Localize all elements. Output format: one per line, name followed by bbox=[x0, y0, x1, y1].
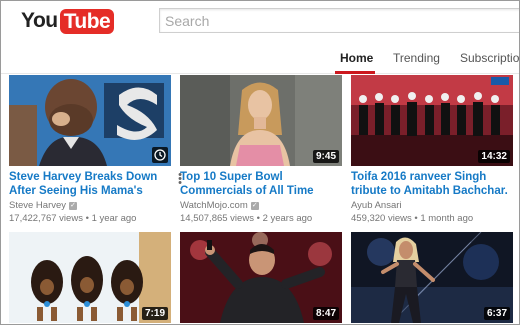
channel-name[interactable]: Ayub Ansari bbox=[351, 200, 402, 211]
clock-icon[interactable] bbox=[152, 147, 168, 163]
upload-age: 2 years ago bbox=[262, 213, 313, 224]
video-card[interactable]: 6:37 bbox=[351, 232, 513, 323]
search-box[interactable] bbox=[159, 8, 519, 33]
view-count: 14,507,865 views bbox=[180, 213, 254, 224]
video-duration: 7:19 bbox=[141, 307, 168, 320]
video-thumbnail[interactable]: 7:19 bbox=[9, 232, 171, 323]
channel-name[interactable]: WatchMojo.com bbox=[180, 200, 248, 211]
upload-age: 1 month ago bbox=[420, 213, 474, 224]
thumbnail-image bbox=[9, 75, 171, 166]
youtube-logo[interactable]: You Tube bbox=[21, 8, 115, 34]
channel-name-row: WatchMojo.com ✓ bbox=[180, 200, 342, 211]
view-count: 459,320 views bbox=[351, 213, 412, 224]
video-card[interactable]: Steve Harvey Breaks Down After Seeing Hi… bbox=[9, 75, 182, 224]
channel-name[interactable]: Steve Harvey bbox=[9, 200, 66, 211]
logo-tube-text: Tube bbox=[59, 8, 115, 34]
search-input[interactable] bbox=[160, 9, 519, 32]
video-duration: 14:32 bbox=[478, 150, 510, 163]
tab-trending[interactable]: Trending bbox=[393, 51, 440, 65]
video-card[interactable]: 9:45 Top 10 Super Bowl Commercials of Al… bbox=[180, 75, 342, 224]
tab-subscriptions[interactable]: Subscription bbox=[460, 51, 519, 65]
feed-tabs: Home Trending Subscription bbox=[1, 41, 519, 74]
video-meta: 17,422,767 views • 1 year ago bbox=[9, 213, 171, 224]
browser-frame: You Tube Home Trending Subscription bbox=[0, 0, 520, 325]
video-thumbnail[interactable]: 6:37 bbox=[351, 232, 513, 323]
verified-check-icon: ✓ bbox=[250, 201, 259, 210]
verified-check-icon: ✓ bbox=[69, 201, 78, 210]
video-duration: 9:45 bbox=[312, 150, 339, 163]
video-card[interactable]: 14:32 Toifa 2016 ranveer Singh tribute t… bbox=[351, 75, 513, 224]
video-duration: 6:37 bbox=[483, 307, 510, 320]
video-card[interactable]: 8:47 bbox=[180, 232, 342, 323]
video-thumbnail[interactable] bbox=[9, 75, 171, 166]
video-meta: 459,320 views • 1 month ago bbox=[351, 213, 513, 224]
video-thumbnail[interactable]: 8:47 bbox=[180, 232, 342, 323]
video-thumbnail[interactable]: 9:45 bbox=[180, 75, 342, 166]
upload-age: 1 year ago bbox=[91, 213, 137, 224]
view-count: 17,422,767 views bbox=[9, 213, 83, 224]
video-title[interactable]: Top 10 Super Bowl Commercials of All Tim… bbox=[180, 170, 342, 198]
video-card[interactable]: 7:19 bbox=[9, 232, 171, 323]
video-title[interactable]: Toifa 2016 ranveer Singh tribute to Amit… bbox=[351, 170, 513, 198]
masthead: You Tube bbox=[1, 1, 519, 41]
tab-home[interactable]: Home bbox=[340, 51, 373, 65]
video-meta: 14,507,865 views • 2 years ago bbox=[180, 213, 342, 224]
logo-you-text: You bbox=[21, 9, 58, 32]
channel-name-row: Steve Harvey ✓ bbox=[9, 200, 171, 211]
video-title[interactable]: Steve Harvey Breaks Down After Seeing Hi… bbox=[9, 170, 171, 198]
video-thumbnail[interactable]: 14:32 bbox=[351, 75, 513, 166]
video-duration: 8:47 bbox=[312, 307, 339, 320]
channel-name-row: Ayub Ansari bbox=[351, 200, 513, 211]
active-tab-indicator bbox=[335, 71, 375, 74]
